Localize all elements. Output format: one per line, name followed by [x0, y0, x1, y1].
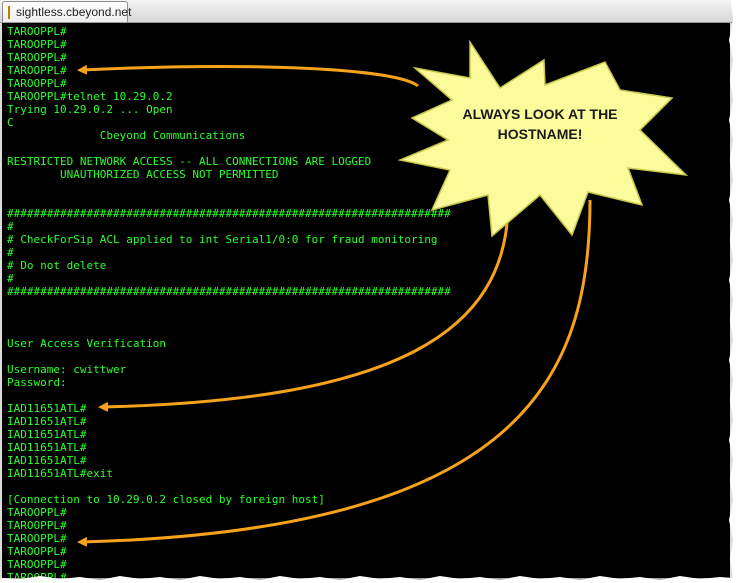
torn-edge-decoration [0, 0, 738, 583]
callout-line-2: HOSTNAME! [497, 126, 583, 142]
callout-line-1: ALWAYS LOOK AT THE [462, 106, 618, 122]
callout-text: ALWAYS LOOK AT THE HOSTNAME! [440, 104, 640, 144]
